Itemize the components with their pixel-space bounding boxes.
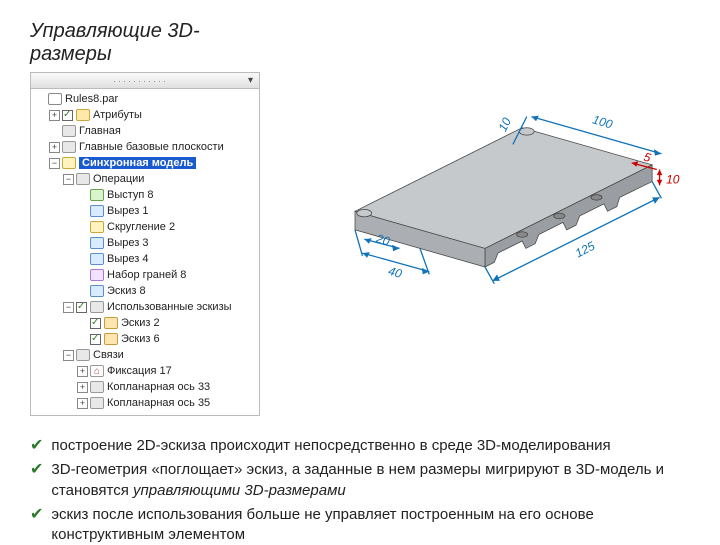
dimension-label: 100 (591, 112, 614, 131)
tree-label: Главные базовые плоскости (79, 141, 224, 153)
tree-label: Операции (93, 173, 144, 185)
tree-item[interactable]: Эскиз 2 (31, 315, 259, 331)
tree-label: Набор граней 8 (107, 269, 186, 281)
dimension-label: 40 (387, 264, 404, 281)
cutout-icon (90, 205, 104, 217)
lock-icon: ⌂ (90, 365, 104, 377)
tree-label: Эскиз 8 (107, 285, 146, 297)
tree-item[interactable]: + Копланарная ось 35 (31, 395, 259, 411)
home-icon (62, 125, 76, 137)
bullet-item: ✔ построение 2D-эскиза происходит непоср… (30, 436, 690, 456)
checkbox-icon[interactable] (76, 302, 87, 313)
bullet-text: 3D-геометрия «поглощает» эскиз, а заданн… (51, 460, 690, 501)
tree-label: Копланарная ось 33 (107, 381, 210, 393)
document-icon (48, 93, 62, 105)
tree-label: Использованные эскизы (107, 301, 232, 313)
expand-icon[interactable]: + (77, 382, 88, 393)
tree-root-label: Rules8.par (65, 93, 118, 105)
tree-item[interactable]: Набор граней 8 (31, 267, 259, 283)
coplanar-axis-icon (90, 397, 104, 409)
sketch-icon (90, 285, 104, 297)
tree-label: Эскиз 2 (121, 317, 160, 329)
bullet-text: построение 2D-эскиза происходит непосред… (51, 436, 690, 456)
expand-icon[interactable]: + (49, 110, 60, 121)
tree-item[interactable]: Эскиз 6 (31, 331, 259, 347)
tree-item[interactable]: Вырез 3 (31, 235, 259, 251)
tree-label: Атрибуты (93, 109, 142, 121)
round-icon (90, 221, 104, 233)
tree-label: Выступ 8 (107, 189, 154, 201)
model-viewport: 100 10 5 10 125 (280, 72, 690, 332)
chevron-down-icon[interactable]: ▾ (248, 75, 253, 86)
tree-root[interactable]: Rules8.par (31, 91, 259, 107)
collapse-icon[interactable]: − (49, 158, 60, 169)
tree-item[interactable]: − Операции (31, 171, 259, 187)
dimension-label: 125 (573, 239, 598, 261)
tree-item[interactable]: Вырез 1 (31, 203, 259, 219)
dimension-label: 10 (666, 172, 680, 186)
tree-label: Вырез 3 (107, 237, 148, 249)
used-sketches-icon (90, 301, 104, 313)
planes-icon (62, 141, 76, 153)
tree-toolbar: ··········· ▾ (31, 73, 259, 89)
sketch-icon (104, 333, 118, 345)
tree-item[interactable]: Скругление 2 (31, 219, 259, 235)
attributes-icon (76, 109, 90, 121)
expand-icon[interactable]: + (77, 398, 88, 409)
check-icon: ✔ (30, 436, 43, 455)
bullet-item: ✔ 3D-геометрия «поглощает» эскиз, а зада… (30, 460, 690, 501)
tree-item[interactable]: Выступ 8 (31, 187, 259, 203)
tree-label: Главная (79, 125, 121, 137)
expand-icon[interactable]: + (77, 366, 88, 377)
sketch-icon (104, 317, 118, 329)
cutout-icon (90, 237, 104, 249)
bullet-item: ✔ эскиз после использования больше не уп… (30, 505, 690, 545)
tree-label: Синхронная модель (79, 157, 196, 169)
slide-title: Управляющие 3D-размеры (30, 20, 250, 66)
tree-item[interactable]: + Копланарная ось 33 (31, 379, 259, 395)
tree-item[interactable]: + Атрибуты (31, 107, 259, 123)
checkbox-icon[interactable] (62, 110, 73, 121)
bullet-text-emphasis: управляющими 3D-размерами (133, 482, 346, 499)
coplanar-axis-icon (90, 381, 104, 393)
checkbox-icon[interactable] (90, 334, 101, 345)
operations-icon (76, 173, 90, 185)
tree-item[interactable]: Главная (31, 123, 259, 139)
cutout-icon (90, 253, 104, 265)
tree-item[interactable]: Эскиз 8 (31, 283, 259, 299)
tree-label: Скругление 2 (107, 221, 175, 233)
face-set-icon (90, 269, 104, 281)
tree-item[interactable]: +⌂Фиксация 17 (31, 363, 259, 379)
tree-item-sync[interactable]: − Синхронная модель (31, 155, 259, 171)
feature-tree-panel: ··········· ▾ Rules8.par + Атрибуты (30, 72, 260, 416)
dimension-label: 5 (642, 150, 653, 165)
checkbox-icon[interactable] (90, 318, 101, 329)
tree-item[interactable]: − Связи (31, 347, 259, 363)
check-icon: ✔ (30, 460, 43, 479)
tree-item[interactable]: Вырез 4 (31, 251, 259, 267)
dimension-label: 10 (496, 115, 515, 133)
collapse-icon[interactable]: − (63, 350, 74, 361)
tree-label: Фиксация 17 (107, 365, 172, 377)
tree-label: Эскиз 6 (121, 333, 160, 345)
bullet-list: ✔ построение 2D-эскиза происходит непоср… (30, 436, 690, 545)
collapse-icon[interactable]: − (63, 174, 74, 185)
relations-icon (76, 349, 90, 361)
bullet-text: эскиз после использования больше не упра… (51, 505, 690, 545)
sync-model-icon (62, 157, 76, 169)
tree-item[interactable]: − Использованные эскизы (31, 299, 259, 315)
expand-icon[interactable]: + (49, 142, 60, 153)
tree-label: Связи (93, 349, 124, 361)
extrude-icon (90, 189, 104, 201)
tree-label: Вырез 1 (107, 205, 148, 217)
collapse-icon[interactable]: − (63, 302, 74, 313)
tree-label: Вырез 4 (107, 253, 148, 265)
tree-label: Копланарная ось 35 (107, 397, 210, 409)
check-icon: ✔ (30, 505, 43, 524)
tree-item[interactable]: + Главные базовые плоскости (31, 139, 259, 155)
